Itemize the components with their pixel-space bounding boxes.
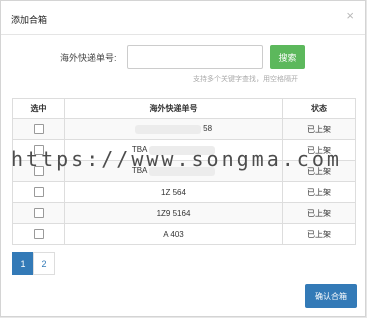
page-2-button[interactable]: 2 [33,252,55,275]
column-header-status[interactable]: 状态 [282,98,356,119]
tracking-number-cell: 58 [203,124,213,134]
row-checkbox[interactable] [33,208,44,218]
status-cell: 已上架 [282,118,356,140]
column-header-tracking-number: 海外快递单号 [64,98,283,119]
table-row: 1Z 564 已上架 [12,181,356,203]
table-row: 58 已上架 [12,118,356,140]
row-checkbox[interactable] [33,187,44,197]
dialog-header: 添加合箱 × [1,1,365,35]
status-cell: 已上架 [282,223,356,245]
tracking-number-input[interactable] [127,45,263,69]
parcel-table: 选中 海外快递单号 状态 58 已上架 TBA 已上架 TBA 已上架 1Z 5… [12,98,356,245]
redacted-block [134,124,201,134]
close-icon[interactable]: × [346,9,354,23]
tracking-number-cell: 1Z 564 [64,181,283,203]
tracking-number-cell: 1Z9 5164 [64,202,283,224]
status-cell: 已上架 [282,181,356,203]
dialog-title: 添加合箱 [11,15,48,25]
confirm-consolidation-button[interactable]: 确认合箱 [305,284,357,308]
column-header-select: 选中 [12,98,65,119]
pagination: 1 2 [12,252,55,275]
search-button[interactable]: 搜索 [270,45,305,69]
table-header-row: 选中 海外快递单号 状态 [12,98,356,119]
row-checkbox[interactable] [33,124,44,134]
search-hint: 支持多个关键字查找，用空格隔开 [193,76,298,83]
tracking-number-cell: A 403 [64,223,283,245]
table-row: A 403 已上架 [12,223,356,245]
table-row: 1Z9 5164 已上架 [12,202,356,224]
tracking-number-label: 海外快递单号: [60,53,117,63]
row-checkbox[interactable] [33,229,44,239]
page-1-button[interactable]: 1 [12,252,34,275]
status-cell: 已上架 [282,202,356,224]
watermark-text: https://www.songma.com [11,147,342,171]
add-consolidation-dialog: 添加合箱 × 海外快递单号: 搜索 支持多个关键字查找，用空格隔开 选中 海外快… [0,0,366,317]
